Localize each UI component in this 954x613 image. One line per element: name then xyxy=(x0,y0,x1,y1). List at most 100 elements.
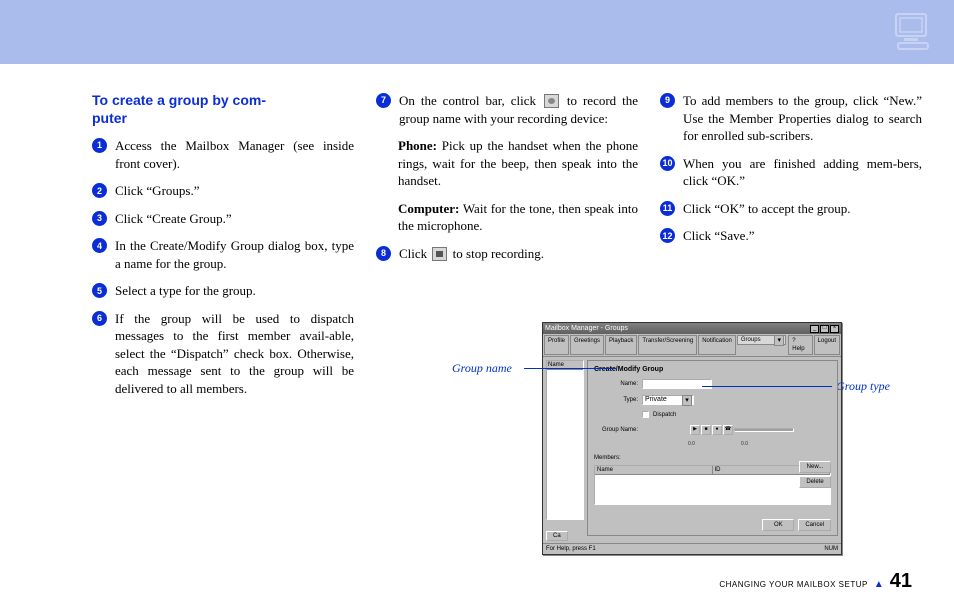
time-start: 0.0 xyxy=(688,441,695,448)
step-number-badge: 6 xyxy=(92,311,107,326)
ok-button[interactable]: OK xyxy=(762,519,794,531)
type-select[interactable]: Private xyxy=(642,395,694,405)
step-number-badge: 4 xyxy=(92,238,107,253)
callout-line xyxy=(524,368,616,369)
dialog-title: Create/Modify Group xyxy=(594,365,831,374)
step-text: To add members to the group, click “New.… xyxy=(683,92,922,145)
status-numlock: NUM xyxy=(824,545,838,553)
step-text: Select a type for the group. xyxy=(115,282,354,300)
tab-profile[interactable]: Profile xyxy=(544,335,569,355)
name-label: Name: xyxy=(594,380,638,388)
step-text: When you are finished adding mem-bers, c… xyxy=(683,155,922,190)
step-number-badge: 11 xyxy=(660,201,675,216)
step-text: In the Create/Modify Group dialog box, t… xyxy=(115,237,354,272)
step-number-badge: 2 xyxy=(92,183,107,198)
cancel-button[interactable]: Cancel xyxy=(798,519,831,531)
page-number: 41 xyxy=(890,568,912,595)
callout-group-type: Group type xyxy=(836,378,890,394)
step-text: Click “Groups.” xyxy=(115,182,354,200)
step-6: 6 If the group will be used to dispatch … xyxy=(92,310,354,398)
device-button[interactable]: ☎ xyxy=(723,425,733,435)
step-number-badge: 3 xyxy=(92,211,107,226)
step-number-badge: 7 xyxy=(376,93,391,108)
new-button[interactable]: New... xyxy=(799,461,831,473)
tab-greetings[interactable]: Greetings xyxy=(570,335,604,355)
dispatch-checkbox[interactable] xyxy=(642,411,649,418)
type-label: Type: xyxy=(594,396,638,404)
phone-instruction: Phone: Pick up the handset when the phon… xyxy=(398,137,638,190)
tab-notification[interactable]: Notification xyxy=(698,335,736,355)
members-listbox[interactable]: Name ID xyxy=(594,465,831,505)
recording-transport: ▶ ■ ● ☎ xyxy=(690,425,794,435)
figure: Group name Group type Mailbox Manager - … xyxy=(472,322,872,555)
window-title: Mailbox Manager - Groups xyxy=(545,324,628,333)
status-text: For Help, press F1 xyxy=(546,545,596,553)
step-number-badge: 9 xyxy=(660,93,675,108)
members-col-name: Name xyxy=(595,466,713,474)
step-2: 2 Click “Groups.” xyxy=(92,182,354,200)
step-11: 11 Click “OK” to accept the group. xyxy=(660,200,922,218)
text-fragment: to stop recording. xyxy=(449,246,544,261)
help-link[interactable]: ? Help xyxy=(788,335,812,355)
computer-instruction: Computer: Wait for the tone, then speak … xyxy=(398,200,638,235)
step-number-badge: 1 xyxy=(92,138,107,153)
step-text: Click “Save.” xyxy=(683,227,922,245)
position-slider[interactable] xyxy=(734,428,794,432)
step-1: 1 Access the Mailbox Manager (see inside… xyxy=(92,137,354,172)
tab-transfer[interactable]: Transfer/Screening xyxy=(638,335,697,355)
section-title: To create a group by com- puter xyxy=(92,92,354,127)
phone-label: Phone: xyxy=(398,138,437,153)
outer-cancel-button[interactable]: Ca xyxy=(546,531,568,541)
step-7: 7 On the control bar, click to record th… xyxy=(376,92,638,127)
menubar: Profile Greetings Playback Transfer/Scre… xyxy=(543,334,841,357)
titlebar: Mailbox Manager - Groups _ □ × xyxy=(543,323,841,334)
step-text: Click to stop recording. xyxy=(399,245,638,263)
callout-group-name: Group name xyxy=(452,360,512,376)
mailbox-manager-window: Mailbox Manager - Groups _ □ × Profile G… xyxy=(542,322,842,555)
step-number-badge: 12 xyxy=(660,228,675,243)
column-1: To create a group by com- puter 1 Access… xyxy=(92,92,354,408)
close-button[interactable]: × xyxy=(830,325,839,333)
callout-line xyxy=(702,386,832,387)
play-button[interactable]: ▶ xyxy=(690,425,700,435)
maximize-button[interactable]: □ xyxy=(820,325,829,333)
step-number-badge: 10 xyxy=(660,156,675,171)
minimize-button[interactable]: _ xyxy=(810,325,819,333)
step-5: 5 Select a type for the group. xyxy=(92,282,354,300)
header-band xyxy=(0,0,954,64)
step-text: Click “OK” to accept the group. xyxy=(683,200,922,218)
record-icon xyxy=(544,94,559,108)
record-button[interactable]: ● xyxy=(712,425,722,435)
step-number-badge: 5 xyxy=(92,283,107,298)
delete-button[interactable]: Delete xyxy=(799,476,831,488)
logout-link[interactable]: Logout xyxy=(814,335,840,355)
dispatch-label: Dispatch xyxy=(653,411,676,419)
time-end: 0.0 xyxy=(741,441,748,448)
step-3: 3 Click “Create Group.” xyxy=(92,210,354,228)
time-labels: 0.0 0.0 xyxy=(688,441,748,448)
step-10: 10 When you are finished adding mem-bers… xyxy=(660,155,922,190)
step-text: Access the Mailbox Manager (see inside f… xyxy=(115,137,354,172)
step-number-badge: 8 xyxy=(376,246,391,261)
tab-groups[interactable]: Groups xyxy=(737,335,786,345)
triangle-icon: ▲ xyxy=(874,578,884,592)
footer-section-label: CHANGING YOUR MAILBOX SETUP xyxy=(719,580,868,591)
tab-playback[interactable]: Playback xyxy=(605,335,637,355)
page-footer: CHANGING YOUR MAILBOX SETUP ▲ 41 xyxy=(719,568,912,595)
groupname-label: Group Name: xyxy=(594,426,638,434)
step-12: 12 Click “Save.” xyxy=(660,227,922,245)
members-label: Members: xyxy=(594,455,621,461)
groups-list[interactable]: Name xyxy=(546,360,584,520)
step-text: On the control bar, click to record the … xyxy=(399,92,638,127)
step-8: 8 Click to stop recording. xyxy=(376,245,638,263)
stop-button[interactable]: ■ xyxy=(701,425,711,435)
text-fragment: Click xyxy=(399,246,430,261)
step-4: 4 In the Create/Modify Group dialog box,… xyxy=(92,237,354,272)
text-fragment: On the control bar, click xyxy=(399,93,542,108)
computer-label: Computer: xyxy=(398,201,459,216)
step-text: If the group will be used to dispatch me… xyxy=(115,310,354,398)
step-text: Click “Create Group.” xyxy=(115,210,354,228)
step-9: 9 To add members to the group, click “Ne… xyxy=(660,92,922,145)
stop-icon xyxy=(432,247,447,261)
name-input[interactable] xyxy=(642,379,712,389)
